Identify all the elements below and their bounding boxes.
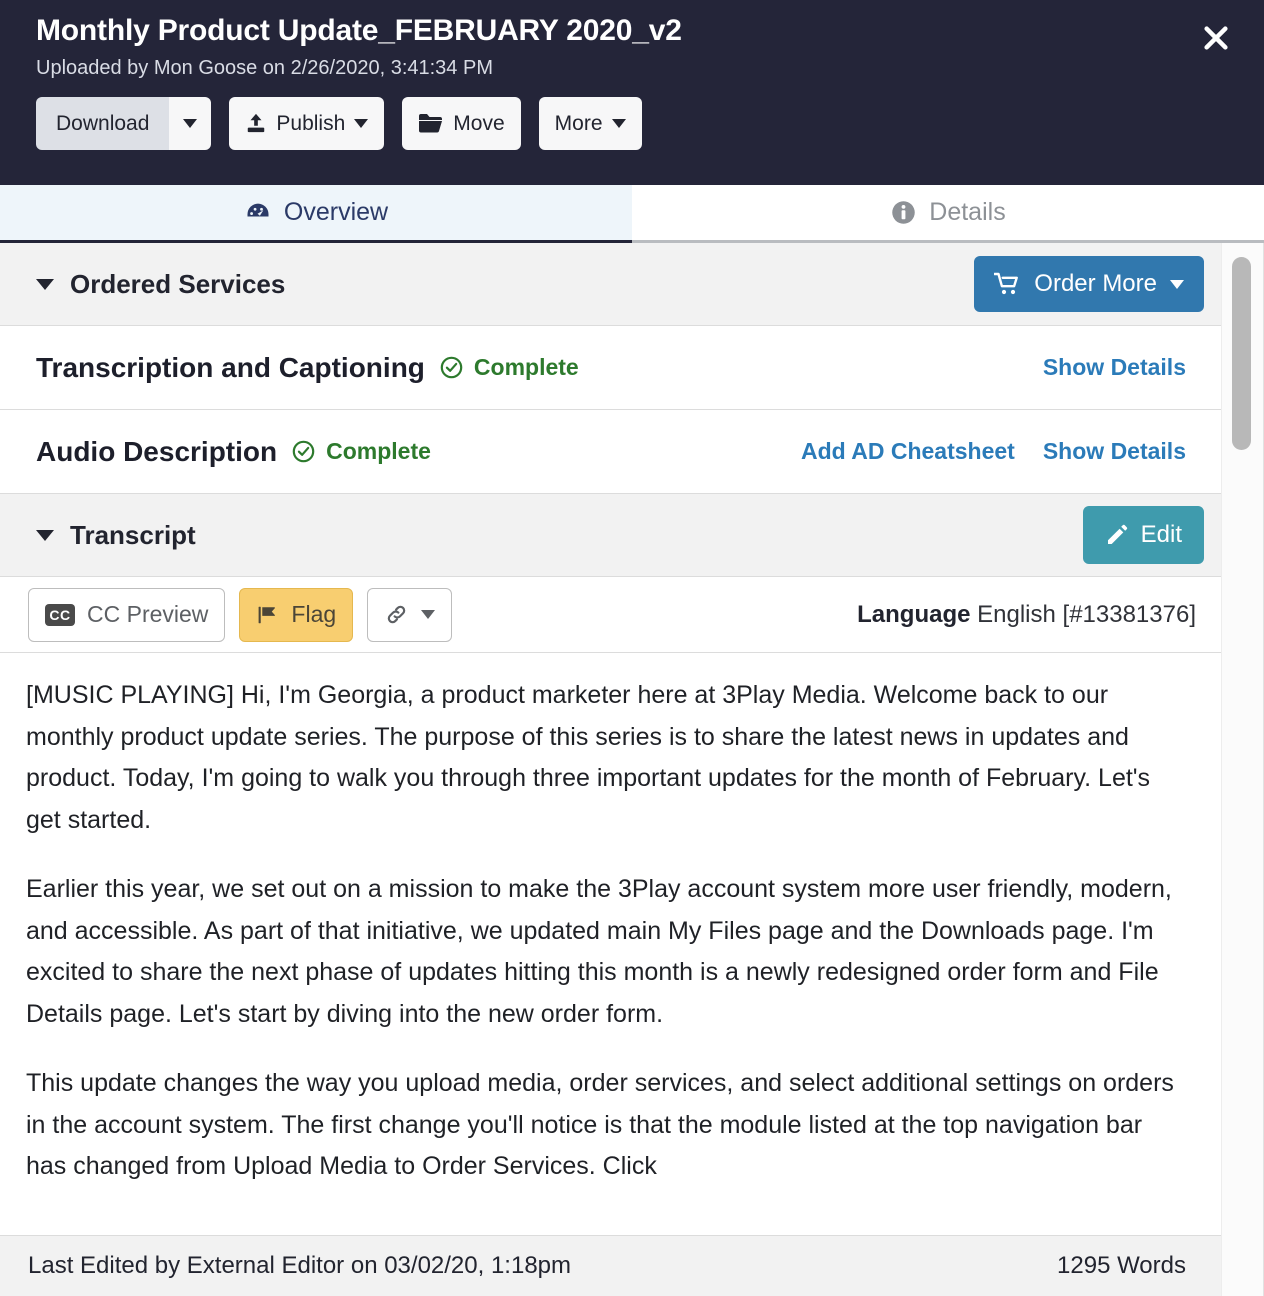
transcript-toolbar: CC CC Preview Flag Language English [#13… (0, 577, 1222, 653)
more-label: More (554, 111, 603, 135)
chevron-down-icon (611, 118, 626, 128)
link-options-button[interactable] (367, 587, 453, 642)
download-dropdown-toggle[interactable] (169, 96, 212, 150)
vertical-scrollbar[interactable] (1221, 243, 1263, 1296)
chevron-down-icon (354, 118, 369, 128)
transcript-header: Transcript Edit (0, 494, 1222, 577)
service-name: Transcription and Captioning (36, 351, 425, 383)
add-ad-cheatsheet-link[interactable]: Add AD Cheatsheet (801, 438, 1015, 465)
cc-preview-button[interactable]: CC CC Preview (28, 587, 226, 642)
ordered-services-header: Ordered Services Order More (0, 243, 1222, 326)
transcript-text: [MUSIC PLAYING] Hi, I'm Georgia, a produ… (0, 653, 1222, 1235)
chevron-down-icon (183, 118, 198, 128)
more-button[interactable]: More (538, 96, 642, 150)
service-links: Add AD Cheatsheet Show Details (801, 438, 1186, 465)
transcript-label: Transcript (70, 519, 196, 550)
language-info: Language English [#13381376] (857, 601, 1196, 629)
flag-icon (256, 604, 279, 626)
tab-overview[interactable]: Overview (0, 185, 632, 243)
check-circle-icon (291, 439, 316, 464)
transcript-paragraph: Earlier this year, we set out on a missi… (26, 875, 1172, 1028)
show-details-link[interactable]: Show Details (1043, 438, 1186, 465)
download-split-button: Download (36, 96, 212, 150)
service-name-group: Audio Description Complete (36, 436, 431, 468)
chain-link-icon (384, 602, 409, 627)
check-circle-icon (439, 355, 464, 380)
chevron-down-icon (421, 610, 436, 619)
modal-header: Monthly Product Update_FEBRUARY 2020_v2 … (0, 0, 1264, 185)
status-text: Complete (473, 354, 579, 380)
last-edited-text: Last Edited by External Editor on 03/02/… (28, 1252, 572, 1279)
word-count-text: 1295 Words (1057, 1252, 1186, 1279)
transcript-paragraph: This update changes the way you upload m… (26, 1069, 1174, 1180)
tab-overview-label: Overview (283, 198, 389, 226)
modal-body: Ordered Services Order More Transcriptio… (0, 243, 1264, 1296)
collapse-triangle-icon[interactable] (36, 278, 54, 290)
tab-details-label: Details (929, 198, 1006, 226)
ordered-services-title-group: Ordered Services (36, 269, 285, 300)
transcript-paragraph: [MUSIC PLAYING] Hi, I'm Georgia, a produ… (26, 681, 1151, 834)
scrollbar-thumb[interactable] (1232, 257, 1251, 450)
upload-icon (245, 112, 267, 134)
order-more-button[interactable]: Order More (974, 256, 1204, 312)
service-links: Show Details (1043, 354, 1186, 381)
flag-label: Flag (291, 601, 337, 627)
service-row-transcription: Transcription and Captioning Complete Sh… (0, 326, 1222, 410)
shopping-cart-icon (994, 272, 1021, 296)
chevron-down-icon (1170, 279, 1184, 289)
ordered-services-label: Ordered Services (70, 268, 286, 299)
flag-button[interactable]: Flag (239, 587, 354, 642)
status-badge: Complete (291, 438, 431, 465)
header-action-bar: Download Publish Move More (36, 96, 1242, 150)
order-more-label: Order More (1034, 270, 1157, 297)
closed-caption-icon: CC (45, 603, 75, 626)
transcript-title-group: Transcript (36, 520, 196, 551)
language-value: English [#13381376] (977, 600, 1196, 628)
status-badge: Complete (439, 354, 579, 381)
download-button[interactable]: Download (36, 96, 170, 150)
publish-button[interactable]: Publish (229, 96, 385, 150)
transcript-footer: Last Edited by External Editor on 03/02/… (0, 1235, 1222, 1296)
move-button[interactable]: Move (402, 96, 521, 150)
file-details-modal: Monthly Product Update_FEBRUARY 2020_v2 … (0, 0, 1264, 1296)
upload-metadata: Uploaded by Mon Goose on 2/26/2020, 3:41… (36, 56, 493, 79)
page-title: Monthly Product Update_FEBRUARY 2020_v2 (36, 14, 682, 47)
overview-scroll-pane: Ordered Services Order More Transcriptio… (0, 243, 1222, 1235)
info-circle-icon (890, 199, 917, 226)
pencil-icon (1105, 523, 1129, 547)
service-name: Audio Description (36, 435, 278, 467)
move-label: Move (453, 111, 505, 135)
collapse-triangle-icon[interactable] (36, 529, 54, 541)
show-details-link[interactable]: Show Details (1043, 354, 1186, 381)
status-text: Complete (326, 438, 431, 464)
close-icon[interactable] (1196, 18, 1236, 58)
folder-open-icon (418, 112, 444, 134)
publish-label: Publish (276, 111, 346, 135)
edit-label: Edit (1140, 521, 1182, 548)
service-name-group: Transcription and Captioning Complete (36, 352, 579, 384)
service-row-audio-description: Audio Description Complete Add AD Cheats… (0, 410, 1222, 494)
tab-details[interactable]: Details (632, 185, 1264, 240)
tab-bar: Overview Details (0, 185, 1264, 243)
language-label: Language (857, 600, 971, 628)
cc-preview-label: CC Preview (87, 601, 209, 627)
edit-button[interactable]: Edit (1082, 506, 1204, 564)
transcript-toolbar-buttons: CC CC Preview Flag (28, 587, 453, 642)
dashboard-icon (244, 199, 272, 227)
